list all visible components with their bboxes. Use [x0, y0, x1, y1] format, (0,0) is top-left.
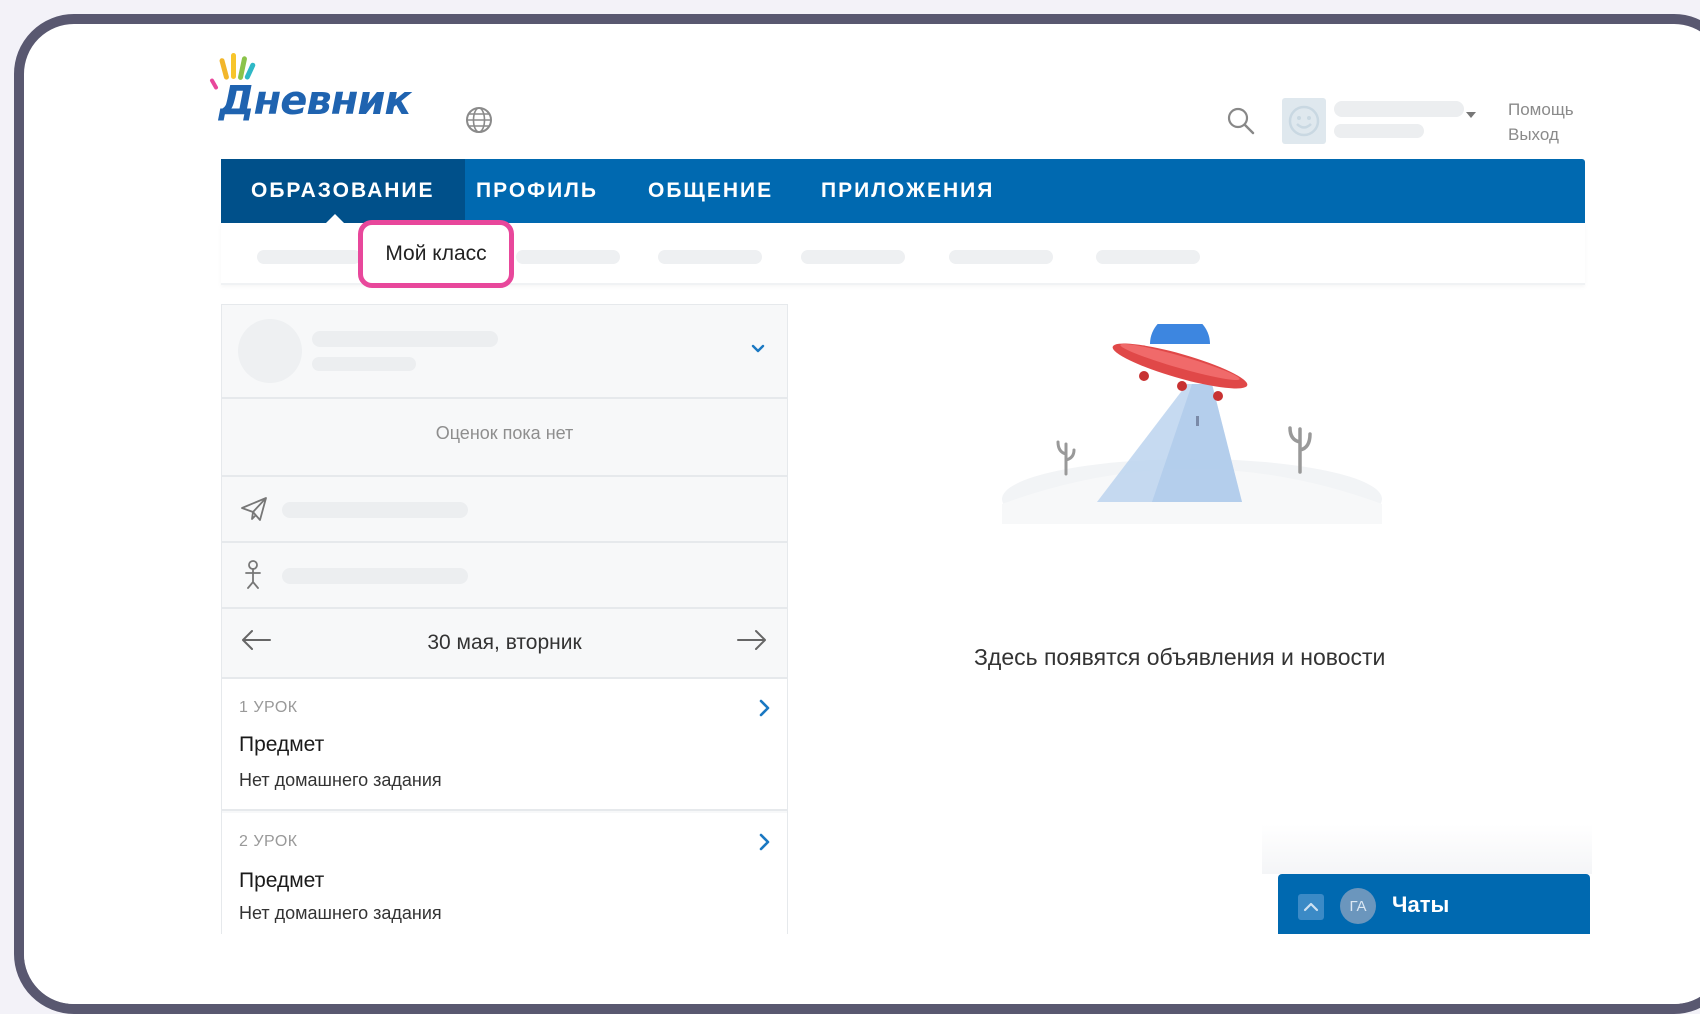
nav-item-communication[interactable]: ОБЩЕНИЕ [648, 159, 773, 223]
teacher-placeholder [282, 568, 468, 584]
student-avatar-placeholder [238, 319, 302, 383]
page-content: Дневник Помощь Выход ОБРАЗОВАНИЕ ПРОФИЛЬ… [24, 24, 1700, 1004]
arrow-right-icon[interactable] [736, 628, 772, 656]
lesson-item[interactable]: 1 УРОК Предмет Нет домашнего задания [222, 679, 787, 811]
chevron-up-icon[interactable] [1298, 894, 1324, 920]
subnav-item-placeholder[interactable] [516, 250, 620, 264]
lesson-subject: Предмет [239, 733, 325, 756]
subnav-item-placeholder[interactable] [801, 250, 905, 264]
chat-fade [1262, 824, 1592, 874]
subnav-item-my-class[interactable]: Мой класс [363, 225, 509, 283]
lesson-number: 2 УРОК [239, 833, 298, 850]
chat-bar[interactable]: ГА Чаты [1278, 874, 1590, 934]
lesson-homework: Нет домашнего задания [239, 903, 442, 923]
frame-bottom-area [24, 934, 1700, 1004]
subnav-item-placeholder[interactable] [257, 250, 361, 264]
chevron-right-icon [759, 699, 770, 717]
chevron-down-icon[interactable] [751, 342, 765, 356]
paper-plane-icon [241, 497, 267, 521]
subnav-item-placeholder[interactable] [658, 250, 762, 264]
logo-text: Дневник [219, 78, 412, 124]
my-class-highlight: Мой класс [358, 220, 514, 288]
avatar-smiley-icon [1288, 105, 1320, 137]
lesson-subject: Предмет [239, 869, 325, 892]
globe-icon[interactable] [464, 105, 496, 137]
device-frame: Дневник Помощь Выход ОБРАЗОВАНИЕ ПРОФИЛЬ… [14, 14, 1700, 1014]
lesson-number: 1 УРОК [239, 699, 298, 716]
nav-item-profile[interactable]: ПРОФИЛЬ [476, 159, 598, 223]
logo[interactable]: Дневник [206, 50, 426, 130]
nav-item-apps[interactable]: ПРИЛОЖЕНИЯ [821, 159, 994, 223]
subnav-item-placeholder[interactable] [949, 250, 1053, 264]
search-icon[interactable] [1226, 106, 1256, 136]
student-name-placeholder [312, 331, 498, 347]
lesson-item[interactable]: 2 УРОК Предмет Нет домашнего задания [222, 813, 787, 934]
student-selector[interactable] [222, 305, 787, 399]
student-class-placeholder [312, 357, 416, 371]
active-nav-pointer [324, 214, 346, 225]
main-nav: ОБРАЗОВАНИЕ ПРОФИЛЬ ОБЩЕНИЕ ПРИЛОЖЕНИЯ [221, 159, 1585, 223]
help-link[interactable]: Помощь [1508, 100, 1574, 120]
current-date: 30 мая, вторник [427, 631, 582, 654]
user-role-placeholder [1334, 124, 1424, 138]
user-name-placeholder [1334, 101, 1464, 117]
ufo-illustration [1002, 324, 1382, 524]
chat-avatar: ГА [1340, 888, 1376, 924]
no-grades-text: Оценок пока нет [435, 423, 574, 443]
teacher-row[interactable] [222, 543, 787, 609]
logout-link[interactable]: Выход [1508, 125, 1559, 145]
user-avatar[interactable] [1282, 98, 1326, 144]
messages-row[interactable] [222, 477, 787, 543]
lesson-homework: Нет домашнего задания [239, 770, 442, 790]
chevron-right-icon [759, 833, 770, 851]
messages-placeholder [282, 502, 468, 518]
chat-label: Чаты [1392, 892, 1450, 917]
person-icon [245, 560, 261, 589]
subnav-item-placeholder[interactable] [1096, 250, 1200, 264]
user-menu-caret-icon[interactable] [1466, 112, 1476, 118]
empty-news-message: Здесь появятся объявления и новости [974, 644, 1386, 670]
